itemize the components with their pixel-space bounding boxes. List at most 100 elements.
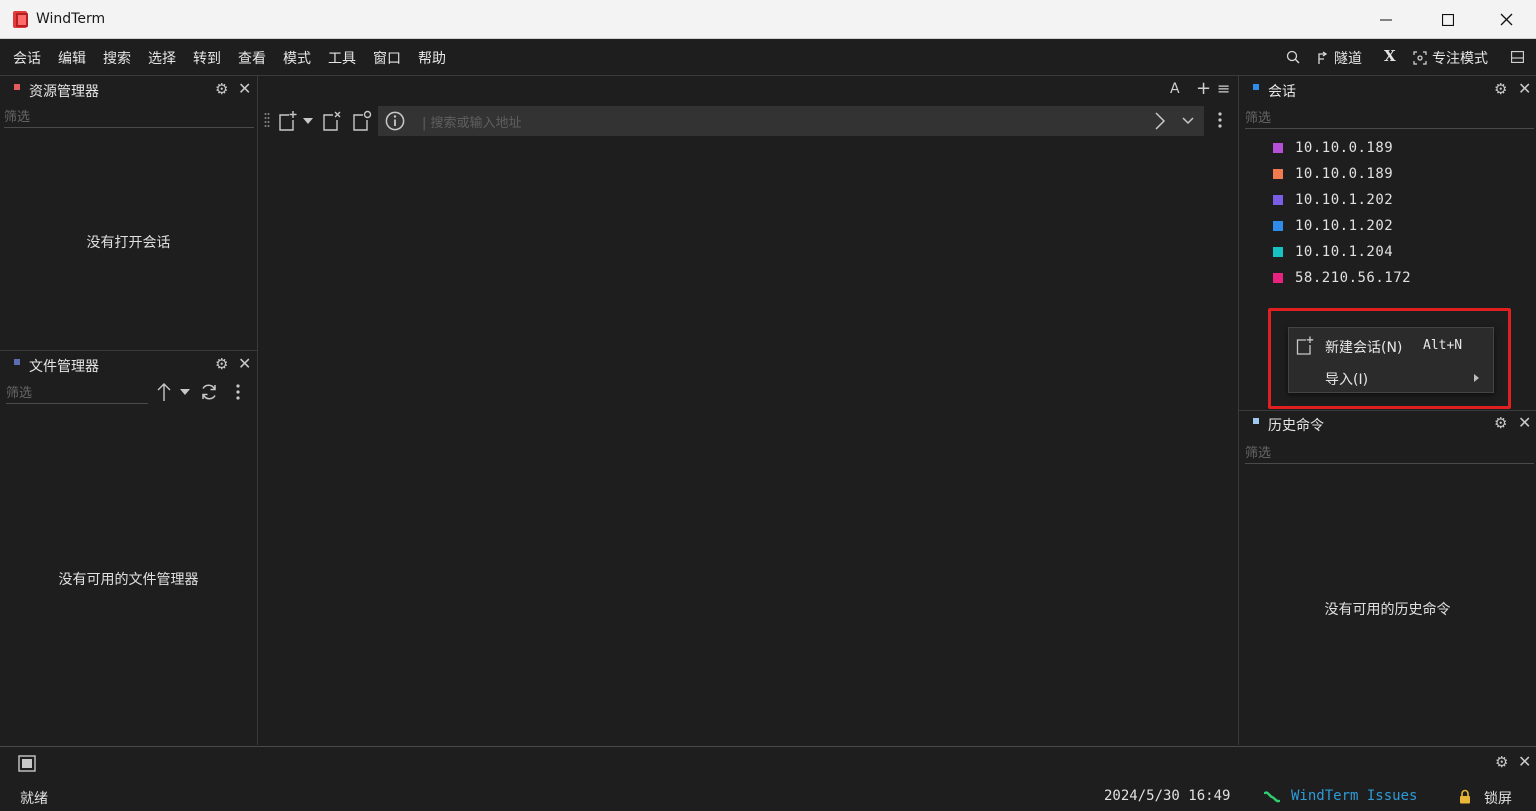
arrow-up-icon[interactable] [157,382,171,402]
font-button[interactable]: A [1170,81,1180,97]
new-session-shortcut: Alt+N [1423,338,1463,353]
refresh-icon[interactable] [200,383,218,401]
menu-goto[interactable]: 转到 [193,48,221,68]
minimize-button[interactable] [1356,0,1416,39]
lock-screen-button[interactable]: 锁屏 [1484,788,1512,808]
session-color-swatch [1273,247,1283,257]
gear-icon[interactable]: ⚙ [1495,753,1508,771]
sessions-title: 会话 [1268,84,1296,100]
add-tab-button[interactable]: + [1196,78,1211,99]
session-label: 58.210.56.172 [1295,270,1412,286]
session-item[interactable]: 10.10.1.204 [1273,241,1393,263]
focus-mode-label: 专注模式 [1432,51,1488,67]
session-item[interactable]: 10.10.1.202 [1273,189,1393,211]
session-item[interactable]: 58.210.56.172 [1273,267,1411,289]
submenu-arrow-icon [1474,374,1479,382]
new-session-icon[interactable] [278,110,298,132]
session-color-swatch [1273,169,1283,179]
duplicate-session-icon[interactable] [352,110,372,132]
info-icon[interactable] [385,111,405,131]
status-text: 就绪 [20,791,48,807]
explorer-filter-input[interactable]: 筛选 [4,106,254,128]
panel-toggle-icon[interactable] [18,755,38,773]
explorer-title: 资源管理器 [29,84,99,100]
bottom-panel: ⚙ ✕ 就绪 2024/5/30 16:49 WindTerm Issues 锁… [0,746,1536,811]
history-filter-input[interactable]: 筛选 [1245,442,1534,464]
layout-icon[interactable] [1511,51,1524,63]
focus-icon [1413,51,1427,65]
focus-mode-button[interactable]: 专注模式 [1413,48,1488,68]
drag-handle-icon[interactable] [264,112,270,130]
sessions-header: 会话 ⚙ ✕ [1239,77,1536,103]
session-label: 10.10.1.204 [1295,244,1394,260]
explorer-header: 资源管理器 ⚙ ✕ [0,77,257,103]
history-pane: 历史命令 ⚙ ✕ 筛选 没有可用的历史命令 [1239,411,1536,745]
session-item[interactable]: 10.10.1.202 [1273,215,1393,237]
session-color-swatch [1273,143,1283,153]
new-session-icon [1296,336,1314,355]
explorer-mark-icon [14,84,20,90]
explorer-empty-message: 没有打开会话 [86,235,171,251]
menu-item-import[interactable]: 导入(I) [1289,362,1493,392]
maximize-icon [1442,13,1454,26]
import-label: 导入(I) [1325,372,1369,388]
close-icon[interactable]: ✕ [238,354,251,373]
more-vertical-icon[interactable] [235,383,241,401]
tunnel-button[interactable]: 隧道 [1316,48,1362,68]
menu-mode[interactable]: 模式 [283,48,311,68]
menu-view[interactable]: 查看 [238,48,266,68]
menu-select[interactable]: 选择 [148,48,176,68]
context-menu: 新建会话(N) Alt+N 导入(I) [1288,327,1494,393]
menu-session[interactable]: 会话 [13,48,41,68]
history-empty-message: 没有可用的历史命令 [1324,602,1451,618]
tunnel-label: 隧道 [1334,51,1362,67]
menu-window[interactable]: 窗口 [373,48,401,68]
datetime: 2024/5/30 16:49 [1104,788,1231,804]
close-icon[interactable]: ✕ [1518,752,1531,771]
session-label: 10.10.0.189 [1295,140,1394,156]
gear-icon[interactable]: ⚙ [1494,414,1507,432]
session-label: 10.10.0.189 [1295,166,1394,182]
history-title: 历史命令 [1268,418,1324,434]
file-manager-empty-message: 没有可用的文件管理器 [58,572,199,588]
chevron-down-icon[interactable] [180,389,190,395]
lock-icon [1460,789,1470,804]
session-color-swatch [1273,273,1283,283]
menu-search[interactable]: 搜索 [103,48,131,68]
menu-bar: 会话 编辑 搜索 选择 转到 查看 模式 工具 窗口 帮助 隧道 X 专注模式 [0,39,1536,76]
close-icon[interactable]: ✕ [1518,413,1531,432]
address-input[interactable]: | 搜索或输入地址 [422,112,522,131]
file-manager-filter-input[interactable]: 筛选 [6,382,148,404]
file-manager-pane: 文件管理器 ⚙ ✕ 筛选 没有可用的文件管理器 [0,352,257,745]
chevron-down-icon[interactable] [1182,117,1194,125]
search-icon[interactable] [1286,50,1300,64]
session-item[interactable]: 10.10.0.189 [1273,137,1393,159]
x-button[interactable]: X [1384,47,1396,65]
tab-menu-button[interactable]: ≡ [1217,79,1230,98]
close-icon[interactable]: ✕ [1518,79,1531,98]
windterm-issues-link[interactable]: WindTerm Issues [1291,788,1417,804]
file-manager-header: 文件管理器 ⚙ ✕ [0,352,257,378]
menu-edit[interactable]: 编辑 [58,48,86,68]
title-bar: WindTerm [0,0,1536,39]
tunnel-icon [1318,51,1328,64]
sessions-filter-input[interactable]: 筛选 [1245,107,1534,129]
chevron-down-icon[interactable] [303,118,313,124]
session-label: 10.10.1.202 [1295,192,1394,208]
menu-tools[interactable]: 工具 [328,48,356,68]
session-item[interactable]: 10.10.0.189 [1273,163,1393,185]
close-window-button[interactable] [1476,0,1536,39]
menu-help[interactable]: 帮助 [418,48,446,68]
chevron-right-icon[interactable] [1154,111,1166,131]
gear-icon[interactable]: ⚙ [215,355,228,373]
close-icon [1500,13,1512,26]
more-vertical-icon[interactable] [1217,111,1223,129]
explorer-pane: 资源管理器 ⚙ ✕ 筛选 没有打开会话 [0,77,257,350]
close-icon[interactable]: ✕ [238,79,251,98]
address-bar[interactable]: | 搜索或输入地址 [378,106,1204,136]
gear-icon[interactable]: ⚙ [1494,80,1507,98]
close-session-icon[interactable] [322,110,342,132]
maximize-button[interactable] [1418,0,1478,39]
menu-item-new-session[interactable]: 新建会话(N) Alt+N [1289,330,1493,360]
gear-icon[interactable]: ⚙ [215,80,228,98]
